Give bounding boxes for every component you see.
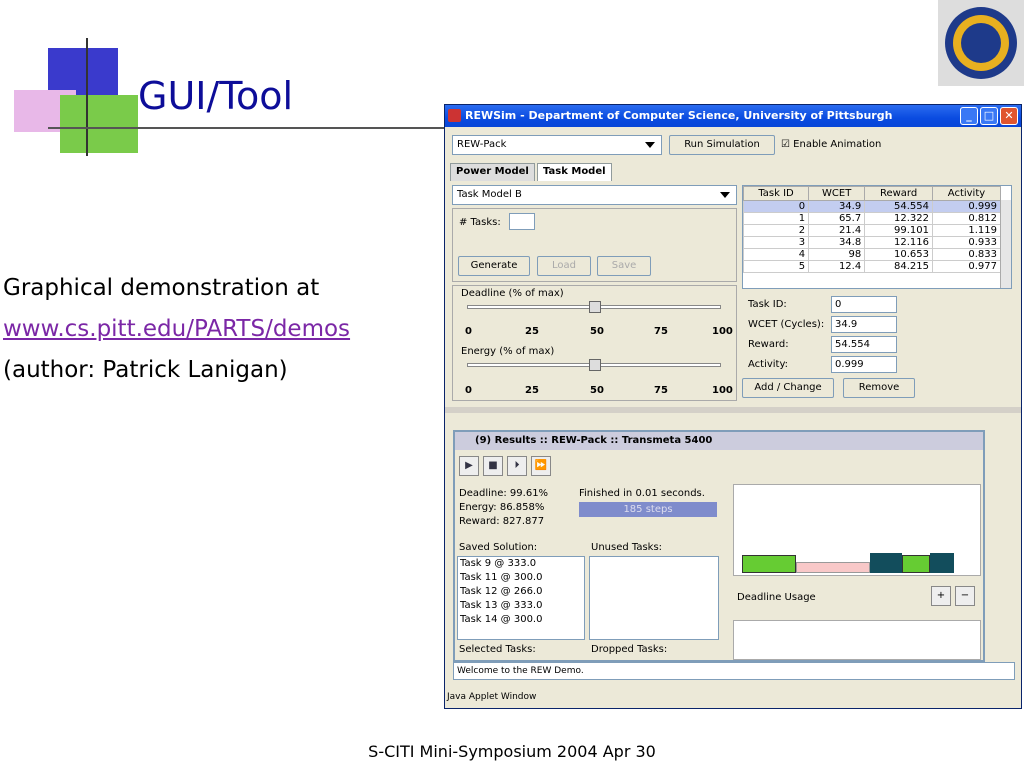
result-reward: Reward: 827.877	[459, 516, 545, 527]
table-row[interactable]: 2 21.4 99.101 1.119	[743, 224, 1002, 237]
playback-controls: ▶ ■ ⏵ ⏩	[459, 456, 555, 478]
window-title: REWSim - Department of Computer Science,…	[465, 109, 893, 122]
wcet-input[interactable]: 34.9	[831, 316, 897, 333]
table-row[interactable]: 0 34.9 54.554 0.999	[743, 200, 1002, 213]
unused-tasks-label: Unused Tasks:	[591, 542, 663, 553]
chevron-down-icon	[720, 192, 730, 198]
usage-bar-teal	[930, 553, 954, 573]
rewsim-window: REWSim - Department of Computer Science,…	[444, 104, 1022, 709]
list-item[interactable]: Task 12 @ 266.0	[460, 585, 584, 599]
deco-green-square	[60, 95, 138, 153]
chevron-down-icon	[645, 142, 655, 148]
list-item[interactable]: Task 14 @ 300.0	[460, 613, 584, 627]
result-energy: Energy: 86.858%	[459, 502, 545, 513]
table-row[interactable]: 1 65.7 12.322 0.812	[743, 212, 1002, 225]
add-change-button[interactable]: Add / Change	[742, 378, 834, 398]
list-item[interactable]: Task 11 @ 300.0	[460, 571, 584, 585]
fast-forward-icon[interactable]: ⏩	[531, 456, 551, 476]
table-row[interactable]: 3 34.8 12.116 0.933	[743, 236, 1002, 249]
unused-tasks-list[interactable]	[589, 556, 719, 640]
deadline-slider-label: Deadline (% of max)	[461, 288, 564, 299]
energy-slider-label: Energy (% of max)	[461, 346, 555, 357]
app-icon	[448, 109, 461, 122]
deco-vertical-rule	[86, 38, 88, 156]
body-line-3: (author: Patrick Lanigan)	[3, 357, 288, 383]
task-table[interactable]: Task ID WCET Reward Activity 0 34.9 54.554…	[742, 185, 1012, 289]
remove-button[interactable]: Remove	[843, 378, 915, 398]
applet-window-label: Java Applet Window	[447, 692, 537, 702]
column-header[interactable]: WCET	[808, 186, 866, 201]
tab-power-model[interactable]: Power Model	[450, 163, 535, 181]
finished-text: Finished in 0.01 seconds.	[579, 488, 705, 499]
play-icon[interactable]: ▶	[459, 456, 479, 476]
num-tasks-input[interactable]	[509, 213, 535, 230]
save-button[interactable]: Save	[597, 256, 651, 276]
num-tasks-label: # Tasks:	[459, 217, 501, 228]
close-button[interactable]: ✕	[1000, 107, 1018, 125]
task-id-label: Task ID:	[748, 299, 787, 310]
activity-label: Activity:	[748, 359, 789, 370]
results-title: (9) Results :: REW-Pack :: Transmeta 540…	[475, 435, 713, 446]
steps-progress-bar: 185 steps	[579, 502, 717, 517]
algorithm-select[interactable]: REW-Pack	[452, 135, 662, 155]
zoom-in-icon[interactable]: +	[931, 586, 951, 606]
demo-link[interactable]: www.cs.pitt.edu/PARTS/demos	[3, 316, 350, 342]
usage-bar-green	[902, 555, 930, 573]
list-item[interactable]: Task 13 @ 333.0	[460, 599, 584, 613]
status-bar: Welcome to the REW Demo.	[453, 662, 1015, 680]
university-seal-logo	[938, 0, 1024, 86]
generate-button[interactable]: Generate	[458, 256, 530, 276]
deadline-usage-chart	[733, 484, 981, 576]
tab-task-model[interactable]: Task Model	[537, 163, 612, 181]
usage-bar-teal	[870, 553, 902, 573]
maximize-button[interactable]: □	[980, 107, 998, 125]
enable-animation-label: Enable Animation	[793, 139, 882, 150]
slide-title: GUI/Tool	[138, 74, 294, 118]
zoom-out-icon[interactable]: −	[955, 586, 975, 606]
task-model-select[interactable]: Task Model B	[452, 185, 737, 205]
split-divider[interactable]	[445, 407, 1021, 413]
deadline-usage-label: Deadline Usage	[737, 592, 816, 603]
table-row[interactable]: 4 98 10.653 0.833	[743, 248, 1002, 261]
activity-input[interactable]: 0.999	[831, 356, 897, 373]
enable-animation-checkbox[interactable]: ☑ Enable Animation	[781, 139, 881, 150]
table-row[interactable]: 5 12.4 84.215 0.977	[743, 260, 1002, 273]
saved-solution-label: Saved Solution:	[459, 542, 538, 553]
step-icon[interactable]: ⏵	[507, 456, 527, 476]
task-id-input[interactable]: 0	[831, 296, 897, 313]
saved-solution-list[interactable]: Task 9 @ 333.0 Task 11 @ 300.0 Task 12 @…	[457, 556, 585, 640]
deadline-slider-thumb[interactable]	[589, 301, 601, 313]
energy-usage-chart	[733, 620, 981, 660]
column-header[interactable]: Activity	[931, 186, 1002, 201]
task-model-select-value: Task Model B	[457, 189, 522, 200]
column-header[interactable]: Task ID	[743, 186, 810, 201]
results-frame: (9) Results :: REW-Pack :: Transmeta 540…	[453, 430, 985, 662]
reward-label: Reward:	[748, 339, 789, 350]
stop-icon[interactable]: ■	[483, 456, 503, 476]
slide-footer: S-CITI Mini-Symposium 2004 Apr 30	[368, 742, 656, 761]
window-titlebar: REWSim - Department of Computer Science,…	[445, 105, 1021, 127]
usage-bar-pink	[796, 562, 870, 573]
load-button[interactable]: Load	[537, 256, 591, 276]
column-header[interactable]: Reward	[864, 186, 933, 201]
title-underline	[48, 127, 444, 129]
selected-tasks-label: Selected Tasks:	[459, 644, 536, 655]
dropped-tasks-label: Dropped Tasks:	[591, 644, 668, 655]
energy-slider-thumb[interactable]	[589, 359, 601, 371]
minimize-button[interactable]: _	[960, 107, 978, 125]
algorithm-select-value: REW-Pack	[457, 139, 507, 150]
list-item[interactable]: Task 9 @ 333.0	[460, 557, 584, 571]
reward-input[interactable]: 54.554	[831, 336, 897, 353]
results-titlebar: (9) Results :: REW-Pack :: Transmeta 540…	[455, 432, 983, 450]
wcet-label: WCET (Cycles):	[748, 319, 825, 330]
run-simulation-button[interactable]: Run Simulation	[669, 135, 775, 155]
result-deadline: Deadline: 99.61%	[459, 488, 549, 499]
body-line-1: Graphical demonstration at	[3, 275, 320, 301]
usage-bar-green	[742, 555, 796, 573]
table-scrollbar[interactable]	[1000, 200, 1011, 288]
